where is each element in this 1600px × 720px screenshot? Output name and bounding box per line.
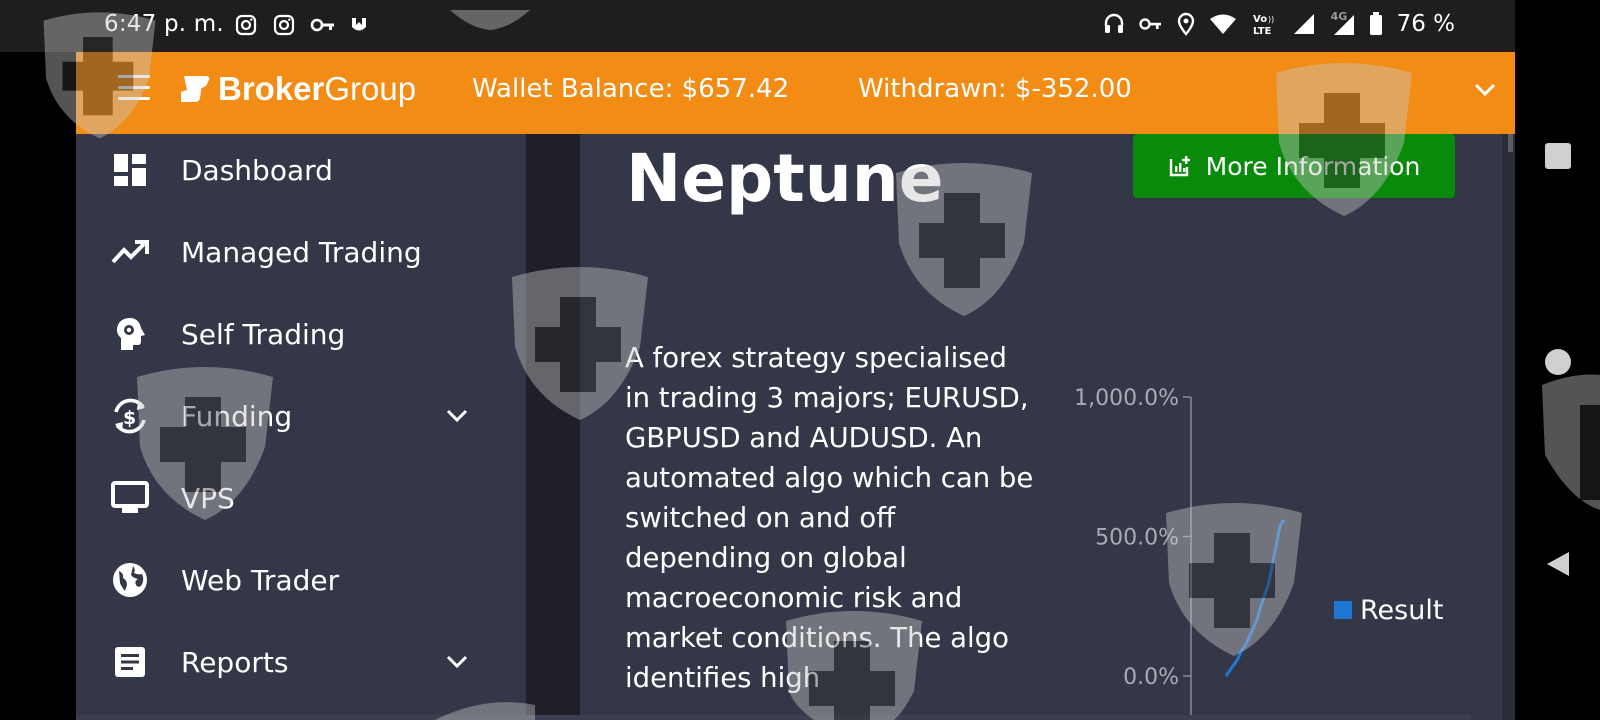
svg-text:$: $ xyxy=(123,407,136,429)
wallet-balance: Wallet Balance: $657.42 xyxy=(472,74,790,104)
home-button[interactable] xyxy=(1545,349,1571,375)
status-bar: 6:47 p. m. Vo LTE)) 4G 76 % xyxy=(0,0,1515,52)
instagram-icon xyxy=(235,14,257,36)
y-tick-label: 0.0% xyxy=(1123,665,1179,690)
location-icon xyxy=(1177,12,1194,36)
sidebar-item-funding[interactable]: $ Funding xyxy=(76,386,526,446)
instagram-icon xyxy=(273,14,295,36)
wifi-icon xyxy=(1209,14,1236,34)
dashboard-icon xyxy=(110,150,150,190)
battery-icon xyxy=(1369,12,1382,35)
strategy-description: A forex strategy specialised in trading … xyxy=(625,342,1034,694)
chart-add-icon xyxy=(1169,156,1190,177)
brand-name-light: Group xyxy=(324,70,417,107)
legend-swatch xyxy=(1334,601,1352,619)
chart-series xyxy=(1224,518,1286,677)
page-title: Neptune xyxy=(626,140,944,217)
more-information-button[interactable]: More Information xyxy=(1133,134,1455,198)
legend-label: Result xyxy=(1360,595,1443,626)
key-icon xyxy=(1138,18,1161,30)
brokergroup-logo-icon xyxy=(181,76,210,102)
y-tick-labels: 1,000.0% 500.0% 0.0% xyxy=(1074,386,1179,690)
content-gutter xyxy=(526,134,580,720)
scrollbar[interactable] xyxy=(1508,134,1513,152)
chevron-down-icon[interactable] xyxy=(446,409,468,423)
chevron-down-icon[interactable] xyxy=(446,655,468,669)
sidebar-item-label: Web Trader xyxy=(181,563,340,597)
brand-logo[interactable]: Broker Group xyxy=(178,70,416,108)
status-notification-icons xyxy=(234,13,368,37)
sidebar-item-vps[interactable]: VPS xyxy=(76,468,526,528)
back-button[interactable] xyxy=(1545,550,1571,578)
svg-text:LTE: LTE xyxy=(1253,26,1272,36)
y-tick-label: 500.0% xyxy=(1095,526,1179,551)
sidebar-item-reports[interactable]: Reports xyxy=(76,632,526,692)
sidebar-item-dashboard[interactable]: Dashboard xyxy=(76,140,526,200)
status-time: 6:47 p. m. xyxy=(104,11,224,37)
series-line-result xyxy=(1224,518,1286,677)
sidebar-item-web-trader[interactable]: Web Trader xyxy=(76,550,526,610)
status-system-icons: Vo LTE)) 4G 76 % xyxy=(1103,10,1455,37)
content-right-edge xyxy=(1502,134,1515,720)
y-tick-label: 1,000.0% xyxy=(1074,386,1179,411)
globe-icon xyxy=(110,560,150,600)
monitor-icon xyxy=(110,478,150,518)
battery-percentage: 76 % xyxy=(1396,11,1455,37)
sidebar-item-label: VPS xyxy=(181,481,235,515)
dollar-cycle-icon: $ xyxy=(110,396,150,436)
svg-text:Vo: Vo xyxy=(1253,14,1267,25)
document-icon xyxy=(110,642,150,682)
signal-4g-icon: 4G xyxy=(1329,10,1355,36)
sidebar-item-managed-trading[interactable]: Managed Trading xyxy=(76,222,526,282)
hamburger-menu-button[interactable] xyxy=(118,75,150,101)
sidebar-item-label: Self Trading xyxy=(181,317,346,351)
chart-legend: Result xyxy=(1334,595,1443,626)
android-nav-bar xyxy=(1515,0,1600,720)
signal-icon xyxy=(1293,14,1314,34)
app-header: Broker Group Wallet Balance: $657.42 Wit… xyxy=(76,52,1515,134)
volte-icon: VoLTE)) xyxy=(1253,14,1274,36)
trending-up-icon xyxy=(110,232,150,272)
more-information-label: More Information xyxy=(1205,151,1421,181)
sidebar-item-label: Funding xyxy=(181,399,293,433)
headphones-icon xyxy=(1104,13,1123,33)
y-axis xyxy=(1183,396,1192,720)
chevron-down-icon[interactable] xyxy=(1473,82,1497,98)
sidebar-item-label: Reports xyxy=(181,645,289,679)
brand-name-bold: Broker xyxy=(218,70,325,107)
withdrawn-amount: Withdrawn: $-352.00 xyxy=(858,74,1132,104)
sidebar-nav: Dashboard Managed Trading Self Trading $… xyxy=(76,134,526,720)
sidebar-item-label: Dashboard xyxy=(181,153,333,187)
key-icon xyxy=(310,18,334,32)
left-black-area xyxy=(0,52,76,720)
bottom-edge xyxy=(76,715,1471,720)
head-gear-icon xyxy=(110,314,150,354)
sidebar-item-label: Managed Trading xyxy=(181,235,422,269)
shield-app-icon xyxy=(352,18,366,31)
result-chart: 1,000.0% 500.0% 0.0% Result xyxy=(1074,386,1443,720)
sidebar-item-self-trading[interactable]: Self Trading xyxy=(76,304,526,364)
svg-text:)): )) xyxy=(1268,15,1274,24)
recent-apps-button[interactable] xyxy=(1545,143,1571,169)
